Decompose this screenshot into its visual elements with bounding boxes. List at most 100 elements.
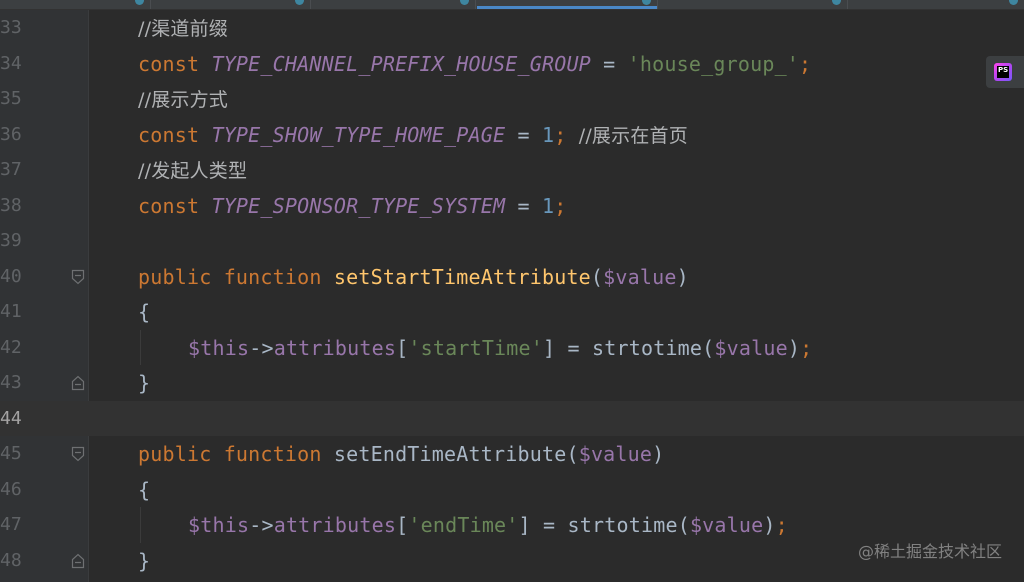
php-file-icon xyxy=(1009,0,1018,5)
code-text[interactable]: $this->attributes['startTime'] = strtoti… xyxy=(188,337,812,359)
line-number[interactable]: 45 xyxy=(0,444,24,464)
code-text[interactable]: const TYPE_SHOW_TYPE_HOME_PAGE = 1; //展示… xyxy=(138,124,688,147)
code-token: TYPE_SHOW_TYPE_HOME_PAGE xyxy=(211,122,506,147)
code-token: } xyxy=(138,371,151,395)
code-token: = xyxy=(505,122,542,147)
code-token: //展示方式 xyxy=(138,89,229,111)
code-line[interactable]: 34 const TYPE_CHANNEL_PREFIX_HOUSE_GROUP … xyxy=(0,46,1024,82)
line-number[interactable]: 47 xyxy=(0,515,24,535)
fold-open-icon[interactable] xyxy=(71,269,85,285)
code-line[interactable]: 39 xyxy=(0,223,1024,259)
editor-tab[interactable] xyxy=(310,0,476,9)
code-text[interactable]: const TYPE_SPONSOR_TYPE_SYSTEM = 1; xyxy=(138,195,566,217)
code-token: ( xyxy=(566,442,579,466)
code-token: attributes xyxy=(273,513,397,537)
code-token: const xyxy=(138,122,212,147)
code-line-current[interactable]: 44 xyxy=(0,400,1024,436)
fold-close-icon[interactable] xyxy=(71,375,85,391)
code-token: $value xyxy=(578,442,653,466)
line-number[interactable]: 33 xyxy=(0,18,24,38)
code-token: ) xyxy=(676,264,689,289)
code-text[interactable]: const TYPE_CHANNEL_PREFIX_HOUSE_GROUP = … xyxy=(138,53,811,75)
code-token: const xyxy=(138,51,212,76)
code-text[interactable]: public function setStartTimeAttribute($v… xyxy=(138,266,689,288)
code-line[interactable]: 33 //渠道前缀 xyxy=(0,10,1024,46)
code-token: ( xyxy=(702,335,715,360)
line-number[interactable]: 38 xyxy=(0,195,24,216)
line-number[interactable]: 37 xyxy=(0,160,24,180)
code-line[interactable]: 35 //展示方式 xyxy=(0,81,1024,117)
editor-tab[interactable] xyxy=(847,0,1024,9)
line-number[interactable]: 48 xyxy=(0,550,24,571)
code-editor[interactable]: 33 //渠道前缀 34 const TYPE_CHANNEL_PREFIX_HOUS… xyxy=(0,0,1024,582)
php-file-icon xyxy=(135,0,144,5)
phpstorm-badge[interactable]: PS xyxy=(986,56,1024,88)
code-token: 1 xyxy=(541,193,555,218)
code-token: //渠道前缀 xyxy=(138,18,229,40)
indent-guide xyxy=(140,329,141,365)
code-line[interactable]: 36 const TYPE_SHOW_TYPE_HOME_PAGE = 1; //… xyxy=(0,117,1024,153)
line-number[interactable]: 44 xyxy=(0,408,24,429)
code-line[interactable]: 37 //发起人类型 xyxy=(0,152,1024,188)
php-file-icon xyxy=(460,0,469,5)
code-token: ; xyxy=(775,513,788,537)
editor-tab[interactable] xyxy=(657,0,848,9)
code-token: 1 xyxy=(541,122,555,147)
line-number[interactable]: 42 xyxy=(0,337,24,358)
line-number[interactable]: 39 xyxy=(0,231,24,251)
code-token: ] = xyxy=(518,513,568,537)
php-file-icon xyxy=(642,0,651,5)
code-token: setEndTimeAttribute xyxy=(333,442,567,466)
code-token: public xyxy=(138,442,224,466)
code-token: -> xyxy=(249,335,274,360)
code-token: 'endTime' xyxy=(408,513,519,537)
editor-tab-active[interactable] xyxy=(477,0,658,9)
code-text[interactable]: } xyxy=(138,550,150,572)
code-token: function xyxy=(223,442,334,466)
line-number[interactable]: 46 xyxy=(0,479,24,500)
fold-open-icon[interactable] xyxy=(71,446,85,462)
code-text[interactable]: } xyxy=(138,372,150,394)
code-text[interactable]: { xyxy=(138,479,150,501)
code-token: ( xyxy=(590,264,604,289)
editor-tab[interactable] xyxy=(150,0,311,9)
code-text[interactable]: { xyxy=(138,301,150,323)
code-token: [ xyxy=(396,513,409,537)
code-token: ) xyxy=(763,513,776,537)
code-token: public xyxy=(138,264,224,289)
code-token: $this xyxy=(188,335,250,360)
code-token: function xyxy=(223,264,334,289)
line-number[interactable]: 41 xyxy=(0,302,24,322)
code-line[interactable]: 38 const TYPE_SPONSOR_TYPE_SYSTEM = 1; xyxy=(0,188,1024,224)
line-number[interactable]: 34 xyxy=(0,53,24,74)
phpstorm-icon: PS xyxy=(994,63,1012,81)
php-file-icon xyxy=(832,0,841,5)
code-text[interactable]: //渠道前缀 xyxy=(138,17,228,40)
code-token: $this xyxy=(188,513,250,537)
line-number[interactable]: 40 xyxy=(0,266,24,287)
code-token: = xyxy=(505,193,542,218)
code-token: setStartTimeAttribute xyxy=(333,264,591,289)
code-line[interactable]: 41 { xyxy=(0,294,1024,330)
code-text[interactable]: //发起人类型 xyxy=(138,159,247,182)
line-number[interactable]: 43 xyxy=(0,373,24,393)
code-text[interactable]: public function setEndTimeAttribute($val… xyxy=(138,443,664,465)
code-token: TYPE_SPONSOR_TYPE_SYSTEM xyxy=(211,193,506,218)
code-line[interactable]: 43} xyxy=(0,365,1024,401)
fold-close-icon[interactable] xyxy=(71,553,85,569)
code-line[interactable]: 45 public function setEndTimeAttribute($v… xyxy=(0,436,1024,472)
code-token: attributes xyxy=(273,335,397,360)
line-number[interactable]: 36 xyxy=(0,124,24,145)
editor-tab[interactable] xyxy=(0,0,151,9)
code-token: ; xyxy=(554,122,579,147)
indent-guide xyxy=(140,507,141,543)
code-token: ) xyxy=(652,442,665,466)
code-text[interactable]: //展示方式 xyxy=(138,88,228,111)
code-token: ; xyxy=(554,193,567,218)
code-text[interactable]: $this->attributes['endTime'] = strtotime… xyxy=(188,514,788,536)
code-area[interactable]: 33 //渠道前缀 34 const TYPE_CHANNEL_PREFIX_HOUS… xyxy=(0,10,1024,582)
line-number[interactable]: 35 xyxy=(0,89,24,109)
code-line[interactable]: 46 { xyxy=(0,472,1024,508)
code-line[interactable]: 40 public function setStartTimeAttribute(… xyxy=(0,259,1024,295)
code-line[interactable]: 42 $this->attributes['startTime'] = strto… xyxy=(0,330,1024,366)
